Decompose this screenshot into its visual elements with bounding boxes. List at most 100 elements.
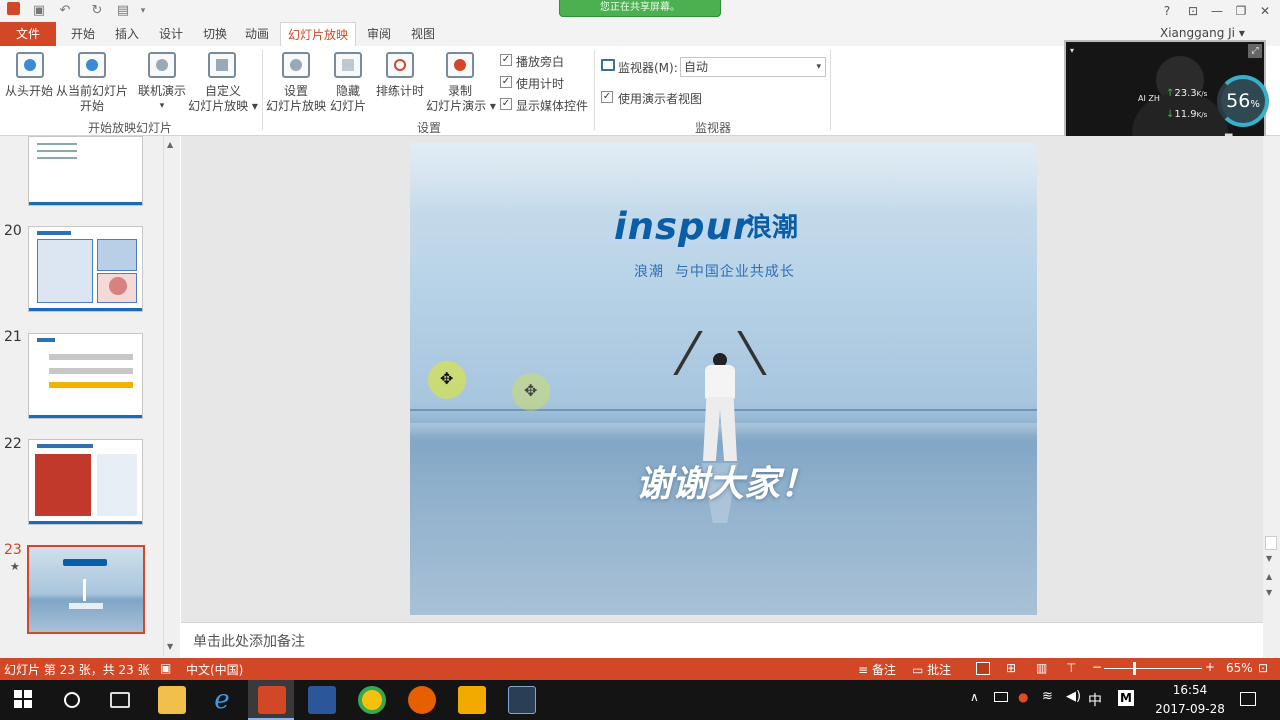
ribbon-separator xyxy=(830,50,831,130)
present-online-icon xyxy=(148,52,176,78)
tab-animations[interactable]: 动画 xyxy=(236,22,278,46)
windows-start-icon[interactable] xyxy=(14,690,32,708)
slide-scrollbar[interactable]: ▼ ▲ ▼ xyxy=(1263,136,1280,658)
tab-design[interactable]: 设计 xyxy=(150,22,192,46)
from-current-button-line2[interactable]: 开始 xyxy=(54,99,130,114)
internet-explorer-icon[interactable]: e xyxy=(208,686,236,714)
tab-view[interactable]: 视图 xyxy=(402,22,444,46)
tab-slide-show[interactable]: 幻灯片放映 xyxy=(280,22,356,46)
battery-icon[interactable] xyxy=(994,692,1008,702)
previous-slide-icon[interactable]: ▲ xyxy=(1266,572,1272,581)
inspur-logo: inspur xyxy=(614,205,753,248)
from-current-button[interactable]: 从当前幻灯片 xyxy=(54,84,130,99)
monitor-select[interactable]: 自动 ▾ xyxy=(680,57,826,77)
ime-mode-icon[interactable]: M xyxy=(1118,690,1134,706)
normal-view-icon[interactable] xyxy=(976,662,990,675)
ime-indicator[interactable]: 中 xyxy=(1088,690,1102,710)
zoom-slider-track[interactable] xyxy=(1104,668,1202,669)
checkbox-narrations[interactable]: ✓ xyxy=(500,54,512,66)
tab-insert[interactable]: 插入 xyxy=(106,22,148,46)
slide-thumbnail-21[interactable] xyxy=(28,333,143,419)
task-view-icon[interactable] xyxy=(110,692,130,708)
chrome-icon[interactable] xyxy=(358,686,386,714)
file-explorer-icon[interactable] xyxy=(158,686,186,714)
rehearse-timings-button[interactable]: 排练计时 xyxy=(372,84,428,99)
record-show-icon xyxy=(446,52,474,78)
custom-show-button[interactable]: 自定义 xyxy=(188,84,258,99)
thumbnail-scrollbar[interactable]: ▲ ▼ xyxy=(163,136,180,656)
slideshow-view-icon[interactable]: ⊤ xyxy=(1066,661,1076,675)
network-icon[interactable]: ≋ xyxy=(1042,689,1053,704)
firefox-icon[interactable] xyxy=(408,686,436,714)
zoom-in-button[interactable]: + xyxy=(1205,660,1215,674)
custom-show-button-line2[interactable]: 幻灯片放映 ▾ xyxy=(188,99,258,114)
checkbox-media-controls[interactable]: ✓ xyxy=(500,98,512,110)
notes-pane[interactable]: 单击此处添加备注 xyxy=(181,622,1263,658)
tab-home[interactable]: 开始 xyxy=(62,22,104,46)
presenter-view-label: 使用演示者视图 xyxy=(618,92,703,106)
present-online-dropdown-icon[interactable]: ▾ xyxy=(134,99,190,114)
notes-toggle[interactable]: ≡ 备注 xyxy=(858,661,896,678)
tray-overflow-icon[interactable]: ∧ xyxy=(970,690,979,704)
zoom-level[interactable]: 65% xyxy=(1226,661,1253,675)
word-icon[interactable] xyxy=(308,686,336,714)
hide-slide-button-line2[interactable]: 幻灯片 xyxy=(326,99,370,114)
slide-thumbnail-23-selected[interactable] xyxy=(27,545,145,634)
tab-transitions[interactable]: 切换 xyxy=(194,22,236,46)
slide-thumbnail-20[interactable] xyxy=(28,226,143,312)
camera-menu-icon[interactable]: ▾ xyxy=(1070,46,1074,55)
present-online-button[interactable]: 联机演示 xyxy=(134,84,190,99)
app-icon[interactable] xyxy=(458,686,486,714)
tab-review[interactable]: 审阅 xyxy=(358,22,400,46)
expand-icon[interactable]: ⤢ xyxy=(1248,44,1262,58)
close-icon[interactable]: ✕ xyxy=(1254,2,1276,20)
account-name[interactable]: Xianggang Ji ▾ xyxy=(1160,26,1245,40)
checkbox-timings[interactable]: ✓ xyxy=(500,76,512,88)
ribbon-separator xyxy=(262,50,263,130)
scroll-down-icon[interactable]: ▼ xyxy=(1266,554,1272,563)
reading-view-icon[interactable]: ▥ xyxy=(1036,661,1047,675)
comments-toggle[interactable]: ▭ 批注 xyxy=(912,661,951,678)
tray-app-icon[interactable]: ● xyxy=(1018,690,1028,704)
powerpoint-app-icon[interactable] xyxy=(4,2,22,20)
slide-thumbnail-19[interactable] xyxy=(28,136,143,206)
next-slide-icon[interactable]: ▼ xyxy=(1266,588,1272,597)
present-quick-icon[interactable]: ▤ xyxy=(114,2,132,20)
action-center-icon[interactable] xyxy=(1240,692,1256,706)
setup-show-button-line2[interactable]: 幻灯片放映 xyxy=(264,99,328,114)
from-start-button[interactable]: 从头开始 xyxy=(3,84,55,99)
hide-slide-button[interactable]: 隐藏 xyxy=(326,84,370,99)
restore-icon[interactable]: ❐ xyxy=(1230,2,1252,20)
scroll-up-icon[interactable]: ▲ xyxy=(167,140,173,149)
slide-sorter-icon[interactable]: ⊞ xyxy=(1006,661,1016,675)
screen-share-notice: 您正在共享屏幕。 xyxy=(559,0,721,17)
setup-show-button[interactable]: 设置 xyxy=(264,84,328,99)
spelling-check-icon[interactable]: ▣ xyxy=(160,661,171,675)
scroll-thumb[interactable] xyxy=(1265,536,1277,550)
record-show-button-line2[interactable]: 幻灯片演示 ▾ xyxy=(426,99,496,114)
help-button[interactable]: ? xyxy=(1156,2,1178,20)
zoom-out-button[interactable]: − xyxy=(1092,660,1102,674)
slide-thumbnail-22[interactable] xyxy=(28,439,143,525)
checkbox-presenter-view[interactable]: ✓ xyxy=(601,91,613,103)
ribbon-display-options-icon[interactable]: ⊡ xyxy=(1182,2,1204,20)
fit-to-window-icon[interactable]: ⊡ xyxy=(1258,661,1268,675)
redo-icon[interactable]: ↻ xyxy=(88,2,106,20)
scroll-down-icon[interactable]: ▼ xyxy=(167,642,173,651)
clock-time[interactable]: 16:54 xyxy=(1162,683,1218,697)
minimize-icon[interactable]: — xyxy=(1206,2,1228,20)
save-icon[interactable]: ▣ xyxy=(30,2,48,20)
language-indicator[interactable]: 中文(中国) xyxy=(186,661,243,678)
slide-canvas[interactable]: inspur 浪潮 浪潮 与中国企业共成长 谢谢大家！ ✥ ✥ xyxy=(410,143,1037,615)
customize-qat-icon[interactable]: ▾ xyxy=(134,2,152,20)
search-icon[interactable] xyxy=(64,692,80,708)
photoshop-icon[interactable] xyxy=(508,686,536,714)
powerpoint-icon[interactable] xyxy=(258,686,286,714)
sky-clouds xyxy=(410,143,1037,213)
volume-icon[interactable]: ◀) xyxy=(1066,689,1081,704)
clock-date[interactable]: 2017-09-28 xyxy=(1148,702,1232,716)
undo-icon[interactable]: ↶ xyxy=(56,2,74,20)
record-show-button[interactable]: 录制 xyxy=(428,84,492,99)
zoom-slider-thumb[interactable] xyxy=(1132,662,1136,675)
tab-file[interactable]: 文件 xyxy=(0,22,56,46)
